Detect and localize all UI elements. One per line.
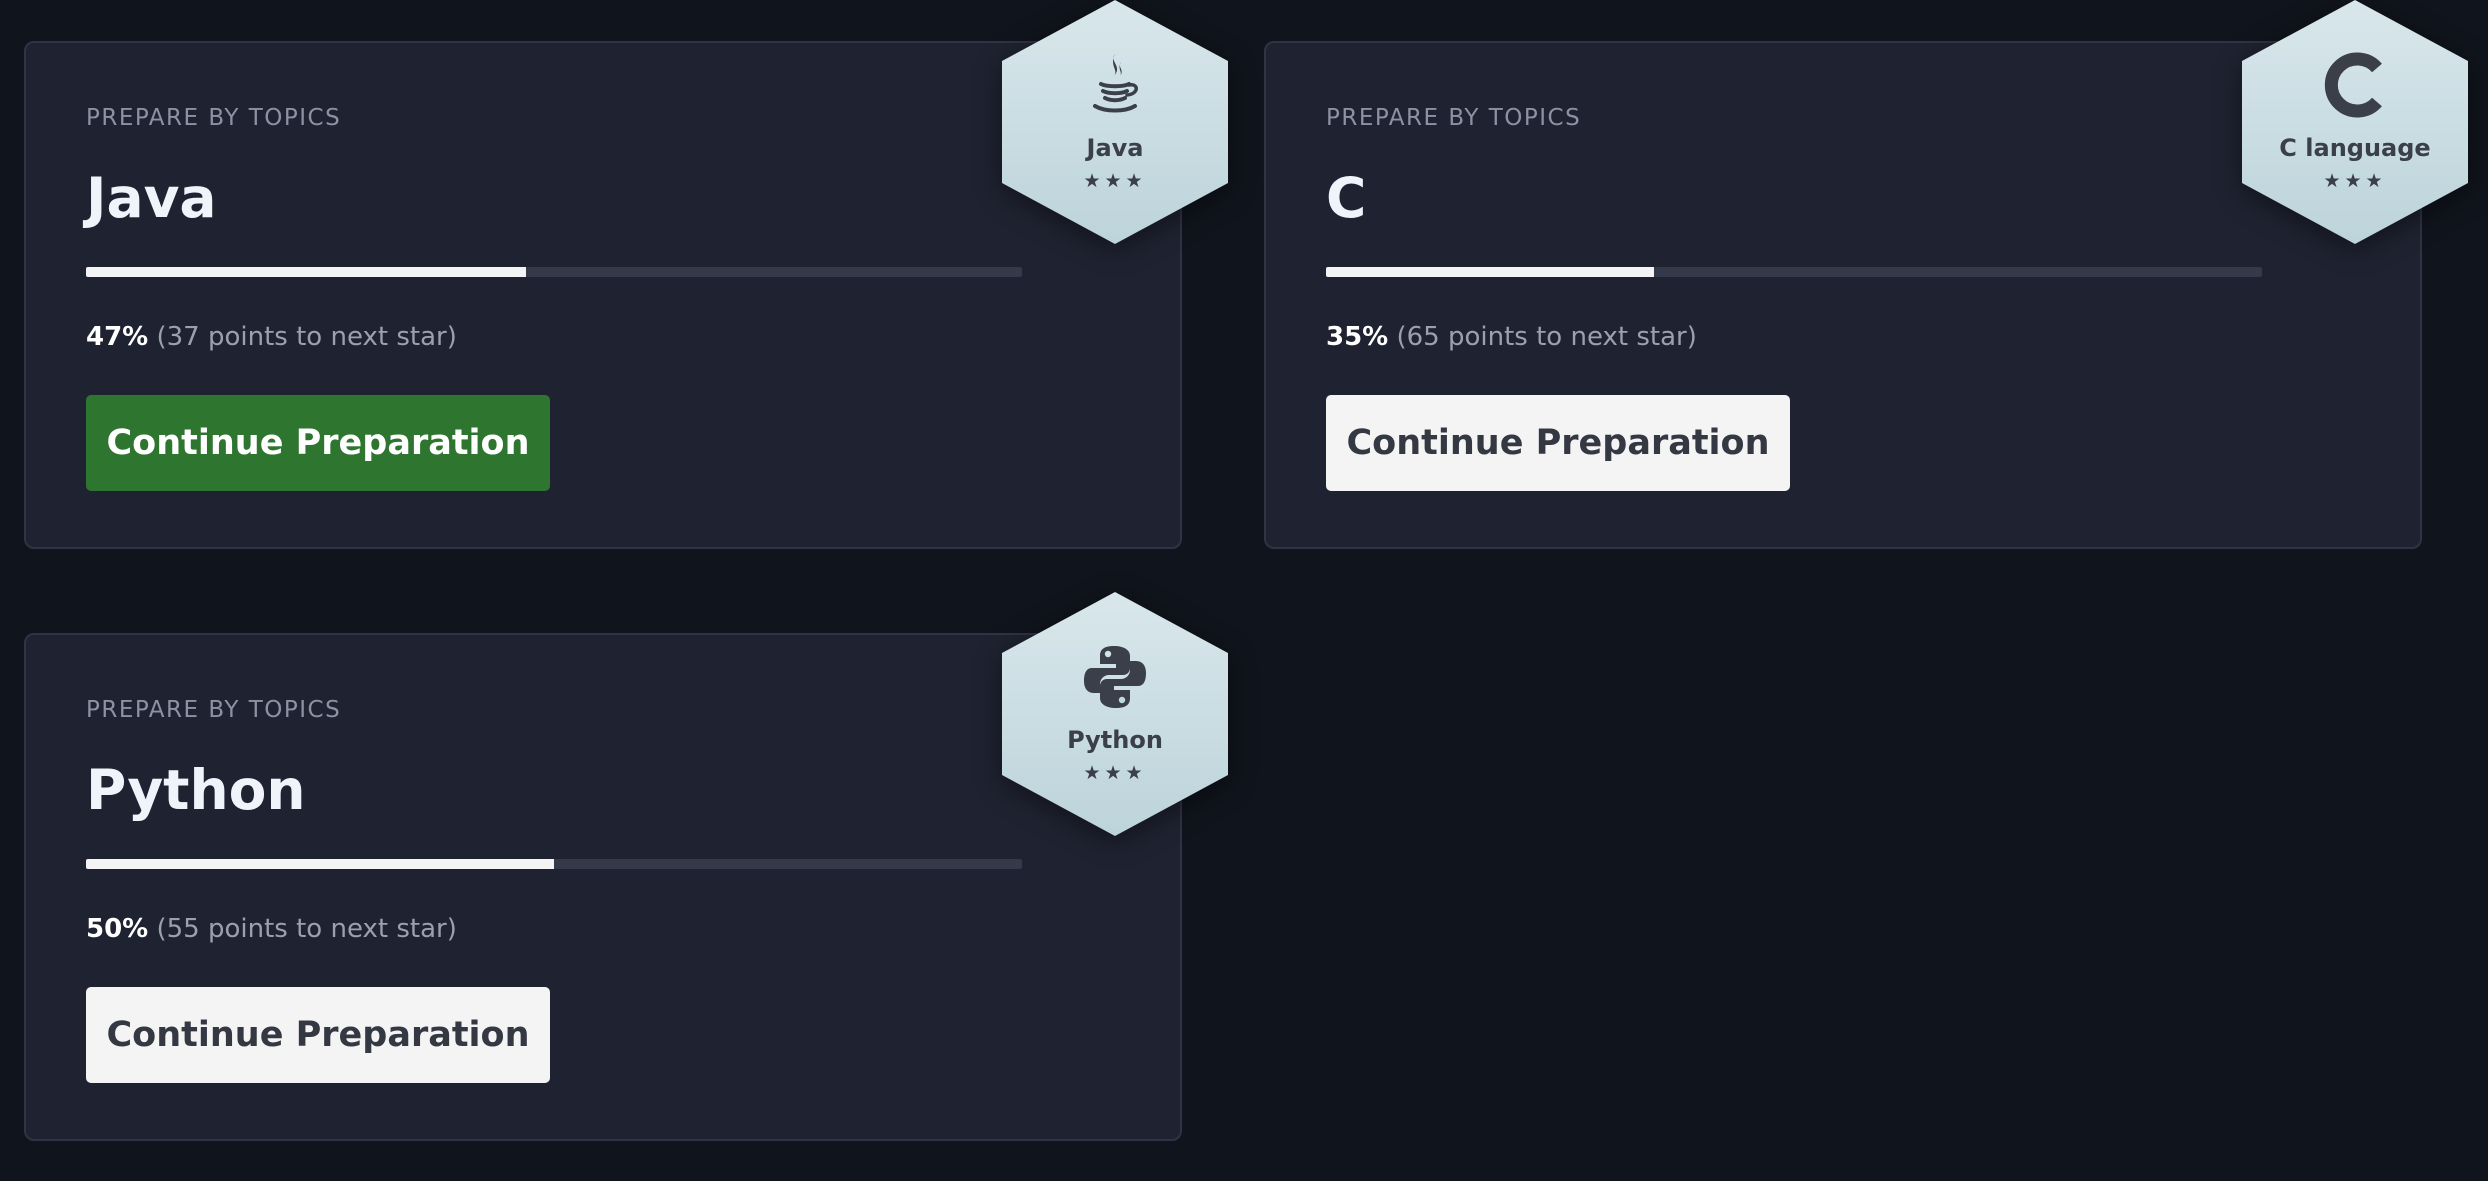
card-eyebrow: PREPARE BY TOPICS: [86, 697, 342, 723]
continue-preparation-button[interactable]: Continue Preparation: [1326, 395, 1790, 491]
c-letter-icon: [2324, 52, 2382, 118]
badge-label: C language: [2279, 134, 2431, 162]
badge-stars: ★★★: [2323, 170, 2387, 192]
progress-fill: [1326, 267, 1654, 277]
c-language-badge: C language ★★★: [2242, 0, 2468, 244]
progress-bar: [1326, 267, 2262, 277]
points-to-next-star: (37 points to next star): [156, 322, 457, 352]
card-eyebrow: PREPARE BY TOPICS: [86, 105, 342, 131]
java-badge: Java ★★★: [1002, 0, 1228, 244]
progress-fill: [86, 859, 554, 869]
progress-fill: [86, 267, 526, 277]
continue-preparation-button[interactable]: Continue Preparation: [86, 395, 550, 491]
progress-stat: 50% (55 points to next star): [86, 914, 457, 944]
progress-bar: [86, 859, 1022, 869]
python-badge: Python ★★★: [1002, 592, 1228, 836]
progress-percent: 50%: [86, 914, 149, 944]
badge-label: Java: [1086, 134, 1144, 162]
java-cup-icon: [1093, 54, 1138, 113]
topic-title: C: [1326, 166, 1367, 230]
card-eyebrow: PREPARE BY TOPICS: [1326, 105, 1582, 131]
progress-percent: 47%: [86, 322, 149, 352]
continue-preparation-button[interactable]: Continue Preparation: [86, 987, 550, 1083]
progress-bar: [86, 267, 1022, 277]
progress-stat: 35% (65 points to next star): [1326, 322, 1697, 352]
badge-stars: ★★★: [1083, 170, 1147, 192]
topic-title: Python: [86, 758, 306, 822]
points-to-next-star: (65 points to next star): [1396, 322, 1697, 352]
badge-label: Python: [1067, 726, 1163, 754]
topic-title: Java: [86, 166, 217, 230]
python-logo-icon: [1084, 646, 1146, 708]
progress-percent: 35%: [1326, 322, 1389, 352]
badge-stars: ★★★: [1083, 762, 1147, 784]
progress-stat: 47% (37 points to next star): [86, 322, 457, 352]
points-to-next-star: (55 points to next star): [156, 914, 457, 944]
